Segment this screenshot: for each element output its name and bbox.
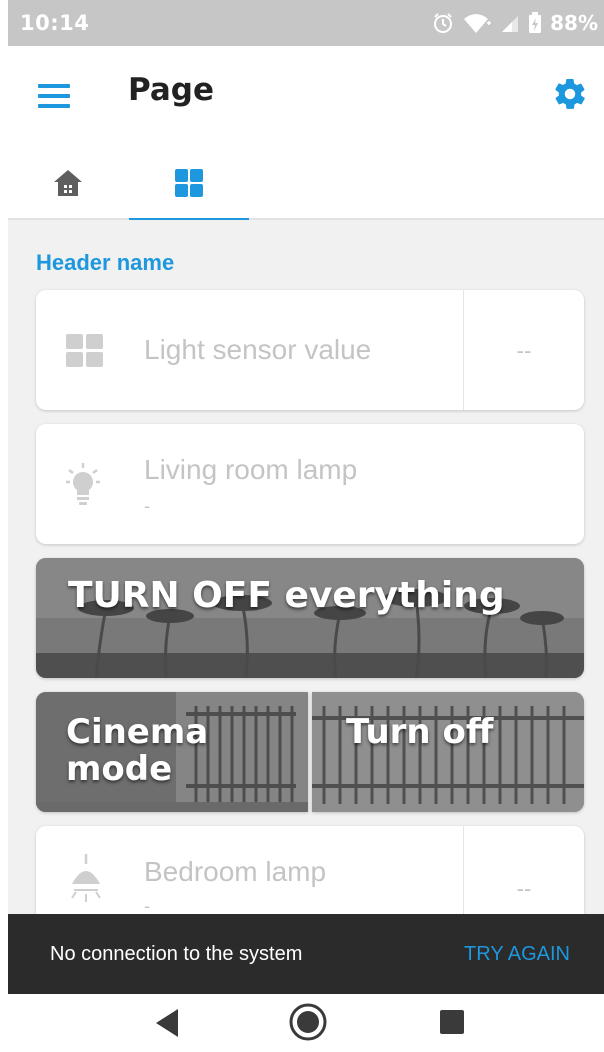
scene-cinema-mode-line2: mode [66,749,173,790]
living-room-lamp-card[interactable]: Living room lamp - [36,424,584,544]
section-header: Header name [36,250,175,275]
dashboard-content[interactable]: Header name Light sensor value -- Living… [8,220,604,914]
status-bar: 10:14 88% [8,0,604,46]
status-icons: 88% [432,11,598,35]
scene-turn-off-everything-title: TURN OFF everything [68,575,505,616]
scene-cinema-mode[interactable]: Cinema mode [36,692,308,812]
bedroom-lamp-label: Bedroom lamp [144,856,327,887]
bedroom-lamp-card[interactable]: Bedroom lamp - -- [36,826,584,914]
home-icon [54,170,82,196]
light-sensor-card[interactable]: Light sensor value -- [36,290,584,410]
light-sensor-label: Light sensor value [144,334,372,365]
light-sensor-value: -- [516,338,532,363]
lightbulb-icon [66,463,100,505]
living-room-lamp-state: - [144,496,150,516]
scene-turn-off[interactable]: Turn off [312,692,584,812]
snackbar-message: No connection to the system [50,942,303,965]
back-icon[interactable] [152,1006,182,1040]
menu-icon[interactable] [38,84,70,110]
ceiling-lamp-icon [71,854,101,902]
page-title: Page [128,72,215,108]
grid-icon [66,334,103,367]
gear-icon[interactable] [552,76,588,112]
battery-charging-icon [529,12,542,33]
tab-bar [8,146,604,222]
scene-cinema-mode-line1: Cinema [66,712,209,752]
bedroom-lamp-value: -- [516,876,532,901]
living-room-lamp-label: Living room lamp [144,454,358,485]
bedroom-lamp-state: - [144,896,150,914]
tab-home[interactable] [8,146,128,220]
wifi-icon [464,14,492,33]
alarm-icon [434,13,453,33]
battery-percent: 88% [550,11,598,35]
scene-turn-off-everything[interactable]: TURN OFF everything [36,558,584,678]
home-circle-icon[interactable] [288,1002,328,1042]
grid-icon [175,169,203,197]
recents-icon[interactable] [438,1008,466,1036]
scene-turn-off-title: Turn off [346,712,494,752]
snackbar: No connection to the system TRY AGAIN [8,914,604,994]
app-bar: Page [8,46,604,146]
tab-grid[interactable] [129,146,249,222]
status-time: 10:14 [20,11,90,35]
fence-image [312,692,584,812]
scene-cinema-mode-title: Cinema mode [66,712,209,790]
system-nav-bar [8,994,604,1052]
signal-icon [502,16,519,32]
try-again-button[interactable]: TRY AGAIN [464,943,570,966]
